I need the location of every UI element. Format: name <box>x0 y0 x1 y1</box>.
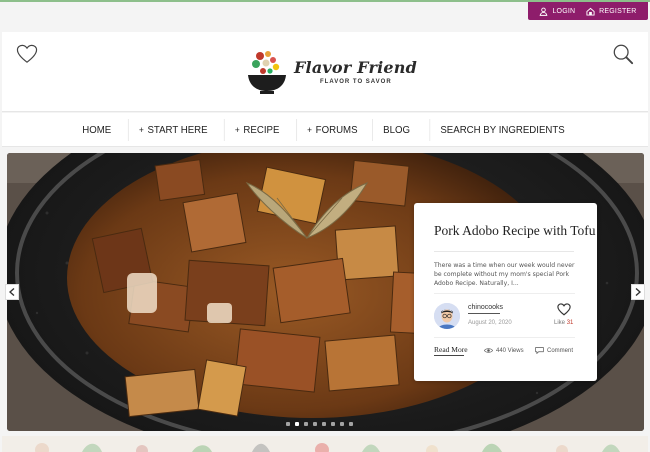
slider-dot[interactable] <box>313 422 317 426</box>
nav-label: HOME <box>82 123 112 136</box>
chevron-left-icon <box>9 288 15 296</box>
nav-label: BLOG <box>383 123 411 136</box>
chevron-right-icon <box>635 288 641 296</box>
slider-dot[interactable] <box>340 422 344 426</box>
search-icon[interactable] <box>612 43 634 65</box>
comment-link[interactable]: Comment <box>535 347 573 354</box>
author-row: chinocooks August 20, 2020 Like 31 <box>434 303 581 337</box>
author-name[interactable]: chinocooks <box>468 304 503 311</box>
like-count: Like 31 <box>554 320 573 326</box>
prev-slide-button[interactable] <box>5 284 19 300</box>
site-header: Flavor Friend FLAVOR TO SAVOR <box>2 32 648 112</box>
brand-tagline: FLAVOR TO SAVOR <box>320 78 392 85</box>
nav-item-start-here[interactable]: + START HERE <box>127 118 218 141</box>
slider-dot[interactable] <box>286 422 290 426</box>
divider <box>434 337 575 338</box>
views-label: 440 Views <box>496 347 524 354</box>
divider <box>434 293 575 294</box>
main-nav: HOME + START HERE + RECIPE + FORUMS BLOG SE… <box>2 113 648 147</box>
register-icon <box>586 7 595 16</box>
read-more-link[interactable]: Read More <box>434 345 468 354</box>
slider-dot[interactable] <box>304 422 308 426</box>
recipe-excerpt: There was a time when our week would nev… <box>434 262 575 287</box>
bowl-logo-icon <box>248 51 286 94</box>
decorative-pattern <box>35 443 620 452</box>
nav-label: FORUMS <box>315 123 358 136</box>
slider-dot[interactable] <box>295 422 299 426</box>
plus-icon: + <box>306 124 312 135</box>
next-section-preview <box>2 436 648 452</box>
author-underline <box>468 313 500 314</box>
plus-icon: + <box>138 124 144 135</box>
register-link[interactable]: REGISTER <box>586 7 636 16</box>
site-logo[interactable]: Flavor Friend FLAVOR TO SAVOR <box>246 47 417 95</box>
slider-dot[interactable] <box>322 422 326 426</box>
eye-icon <box>484 348 493 353</box>
nav-label: SEARCH BY INGREDIENTS <box>439 123 565 136</box>
avatar[interactable] <box>434 303 460 329</box>
login-link[interactable]: LOGIN <box>539 7 575 16</box>
views-count: 440 Views <box>484 347 524 354</box>
slider-dots <box>286 422 353 426</box>
next-slide-button[interactable] <box>631 284 645 300</box>
comment-icon <box>535 347 544 354</box>
nav-item-recipe[interactable]: + RECIPE <box>224 118 290 141</box>
auth-box: LOGIN REGISTER <box>528 2 648 20</box>
heart-icon[interactable] <box>557 303 571 316</box>
like-number: 31 <box>566 320 574 326</box>
register-label: REGISTER <box>599 7 637 15</box>
login-label: LOGIN <box>552 7 576 15</box>
comment-label: Comment <box>547 347 574 354</box>
heart-icon[interactable] <box>16 44 38 64</box>
recipe-card: Pork Adobo Recipe with Tofu There was a … <box>414 203 597 381</box>
nav-label: RECIPE <box>243 123 280 136</box>
post-date: August 20, 2020 <box>468 320 512 326</box>
read-more-underline <box>434 355 464 356</box>
like-label: Like <box>554 320 566 326</box>
nav-item-search-by-ingredients[interactable]: SEARCH BY INGREDIENTS <box>428 118 575 141</box>
recipe-title[interactable]: Pork Adobo Recipe with Tofu <box>434 223 596 239</box>
brand-name: Flavor Friend <box>294 57 417 77</box>
plus-icon: + <box>235 124 241 135</box>
user-icon <box>540 7 548 16</box>
slider-dot[interactable] <box>331 422 335 426</box>
meta-row: Read More 440 Views Comment <box>434 342 581 368</box>
nav-item-blog[interactable]: BLOG <box>372 118 421 141</box>
nav-item-forums[interactable]: + FORUMS <box>295 118 368 141</box>
divider <box>434 251 574 252</box>
nav-label: START HERE <box>147 123 208 136</box>
avatar-image <box>434 303 460 329</box>
slider-dot[interactable] <box>349 422 353 426</box>
top-bar: LOGIN REGISTER <box>0 0 650 22</box>
nav-item-home[interactable]: HOME <box>72 119 121 141</box>
